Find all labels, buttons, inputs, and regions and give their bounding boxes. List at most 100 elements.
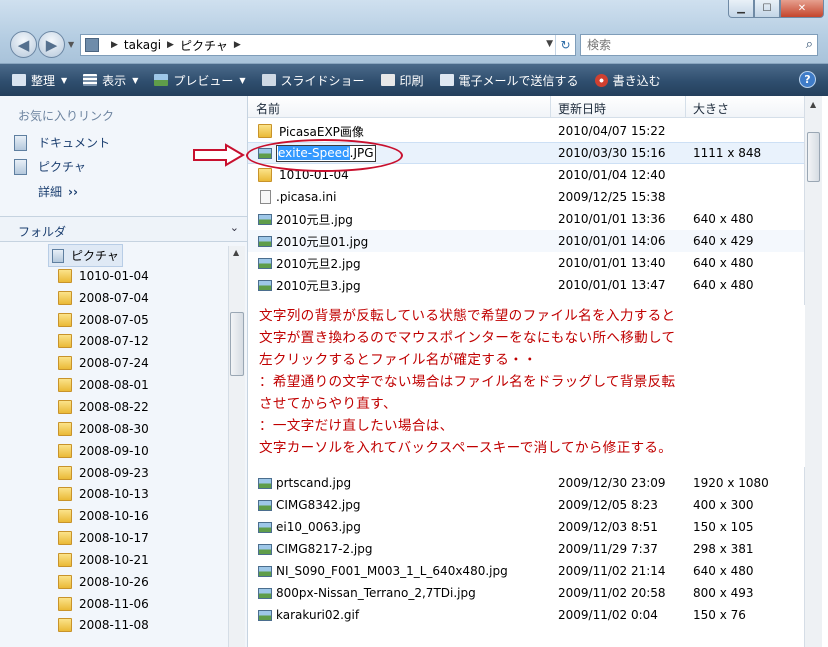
folder-icon <box>58 268 72 283</box>
settings-file-icon <box>260 190 271 204</box>
more-links-button[interactable]: 詳細 ›› <box>38 183 78 200</box>
scroll-up-icon[interactable]: ▲ <box>233 248 239 257</box>
email-icon <box>439 74 454 86</box>
favorite-link-documents[interactable]: ドキュメント <box>14 134 110 151</box>
tree-item[interactable]: 2008-07-04 <box>58 287 149 309</box>
file-row[interactable]: .picasa.ini 2009/12/25 15:38 <box>248 186 804 208</box>
file-list-scrollbar[interactable]: ▲ <box>804 96 822 647</box>
file-row[interactable]: ei10_0063.jpg 2009/12/03 8:51 150 x 105 <box>248 516 804 538</box>
tree-item-pictures[interactable]: ピクチャ <box>48 244 123 267</box>
tree-item-label: 2008-10-21 <box>79 552 149 567</box>
folder-icon <box>58 443 72 458</box>
folder-icon <box>58 399 72 414</box>
tree-item[interactable]: 2008-10-17 <box>58 527 149 549</box>
file-row[interactable]: CIMG8342.jpg 2009/12/05 8:23 400 x 300 <box>248 494 804 516</box>
column-divider[interactable] <box>685 96 686 118</box>
breadcrumb-takagi[interactable]: takagi <box>124 38 161 52</box>
tree-item[interactable]: 2008-07-12 <box>58 331 149 353</box>
slideshow-button[interactable]: スライドショー <box>261 72 365 89</box>
scrollbar-thumb[interactable] <box>230 312 244 376</box>
chevron-down-icon: ⌄ <box>229 221 239 234</box>
tree-item[interactable]: 2008-10-21 <box>58 549 149 571</box>
image-file-icon <box>258 279 272 291</box>
file-size: 640 x 480 <box>693 564 754 578</box>
favorite-link-label: ドキュメント <box>38 136 111 150</box>
folder-tree-scrollbar[interactable]: ▲ <box>228 246 245 647</box>
file-row[interactable]: CIMG8217-2.jpg 2009/11/29 7:37 298 x 381 <box>248 538 804 560</box>
burn-button[interactable]: 書き込む <box>594 72 661 89</box>
preview-button[interactable]: プレビュー ▼ <box>154 72 246 89</box>
file-row[interactable]: karakuri02.gif 2009/11/02 0:04 150 x 76 <box>248 604 804 626</box>
tree-item[interactable]: 2008-11-08 <box>58 615 149 637</box>
recent-pages-dropdown[interactable]: ▼ <box>68 40 74 49</box>
file-date: 2009/11/02 0:04 <box>558 608 658 622</box>
tree-item[interactable]: 2008-10-16 <box>58 505 149 527</box>
address-dropdown-icon[interactable]: ▼ <box>546 39 553 49</box>
folder-icon <box>58 574 72 589</box>
file-row[interactable]: 800px-Nissan_Terrano_2,7TDi.jpg 2009/11/… <box>248 582 804 604</box>
column-divider[interactable] <box>550 96 551 118</box>
preview-icon <box>154 74 169 86</box>
file-row[interactable]: 2010元旦.jpg 2010/01/01 13:36 640 x 480 <box>248 208 804 230</box>
favorite-link-pictures[interactable]: ピクチャ <box>14 158 86 175</box>
tree-item[interactable]: 2008-08-30 <box>58 418 149 440</box>
maximize-button[interactable]: ☐ <box>754 0 780 18</box>
tree-item[interactable]: 2008-08-01 <box>58 374 149 396</box>
tree-item[interactable]: 2008-09-23 <box>58 462 149 484</box>
tree-item[interactable]: 2008-10-26 <box>58 571 149 593</box>
search-icon[interactable]: ⌕ <box>806 37 813 52</box>
tree-item[interactable]: 2008-10-13 <box>58 483 149 505</box>
preview-label: プレビュー <box>173 73 234 88</box>
print-button[interactable]: 印刷 <box>380 72 424 89</box>
chevron-down-icon: ▼ <box>132 75 139 85</box>
annotation-text-box: 文字列の背景が反転している状態で希望のファイル名を入力すると 文字が置き換わるの… <box>257 305 805 467</box>
minimize-button[interactable]: ▁ <box>728 0 754 18</box>
file-date: 2009/12/25 15:38 <box>558 190 666 204</box>
file-size: 640 x 480 <box>693 278 754 292</box>
file-date: 2009/11/29 7:37 <box>558 542 658 556</box>
close-button[interactable]: ✕ <box>780 0 824 18</box>
tree-item-label: 2008-11-08 <box>79 618 149 633</box>
annotation-line: 文字カーソルを入れてバックスペースキーで消してから修正する。 <box>259 440 673 456</box>
tree-item[interactable]: 2008-11-06 <box>58 593 149 615</box>
tree-item[interactable]: 1010-01-04 <box>58 265 149 287</box>
back-button[interactable]: ◀ <box>10 31 37 58</box>
image-file-icon <box>258 235 272 247</box>
address-bar[interactable]: ▶ takagi ▶ ピクチャ ▶ ▼ ↻ <box>80 34 576 56</box>
column-header-date[interactable]: 更新日時 <box>558 100 606 117</box>
forward-button[interactable]: ▶ <box>38 31 65 58</box>
breadcrumb-separator-icon[interactable]: ▶ <box>167 40 174 50</box>
tree-item-label: 2008-11-06 <box>79 596 149 611</box>
column-header-size[interactable]: 大きさ <box>693 100 729 117</box>
breadcrumb-separator-icon[interactable]: ▶ <box>234 40 241 50</box>
scroll-up-icon[interactable]: ▲ <box>810 100 816 109</box>
folders-header[interactable]: フォルダ ⌄ <box>0 216 247 242</box>
help-icon[interactable]: ? <box>799 71 816 88</box>
tree-item[interactable]: 2008-07-05 <box>58 309 149 331</box>
breadcrumb-separator-icon[interactable]: ▶ <box>111 40 118 50</box>
tree-item[interactable]: 2008-08-22 <box>58 396 149 418</box>
file-date: 2009/11/02 21:14 <box>558 564 666 578</box>
breadcrumb-pictures[interactable]: ピクチャ <box>180 37 228 54</box>
file-row[interactable]: 2010元旦3.jpg 2010/01/01 13:47 640 x 480 <box>248 274 804 296</box>
email-button[interactable]: 電子メールで送信する <box>439 72 579 89</box>
views-button[interactable]: 表示 ▼ <box>83 72 138 89</box>
scrollbar-thumb[interactable] <box>807 132 820 182</box>
double-chevron-icon: ›› <box>68 185 78 199</box>
tree-item[interactable]: 2008-07-24 <box>58 352 149 374</box>
file-row[interactable]: prtscand.jpg 2009/12/30 23:09 1920 x 108… <box>248 472 804 494</box>
search-input[interactable] <box>581 35 781 55</box>
folder-icon <box>58 312 72 327</box>
organize-button[interactable]: 整理 ▼ <box>12 72 67 89</box>
folder-icon <box>58 596 72 611</box>
file-row[interactable]: NI_S090_F001_M003_1_L_640x480.jpg 2009/1… <box>248 560 804 582</box>
tree-item[interactable]: 2008-09-10 <box>58 440 149 462</box>
file-size: 800 x 493 <box>693 586 754 600</box>
folder-icon <box>58 465 72 480</box>
column-header-name[interactable]: 名前 <box>256 100 280 117</box>
refresh-icon[interactable]: ↻ <box>555 35 575 55</box>
file-name: CIMG8217-2.jpg <box>276 542 373 556</box>
file-row[interactable]: 2010元旦01.jpg 2010/01/01 14:06 640 x 429 <box>248 230 804 252</box>
search-box: ⌕ <box>580 34 818 56</box>
file-row[interactable]: 2010元旦2.jpg 2010/01/01 13:40 640 x 480 <box>248 252 804 274</box>
